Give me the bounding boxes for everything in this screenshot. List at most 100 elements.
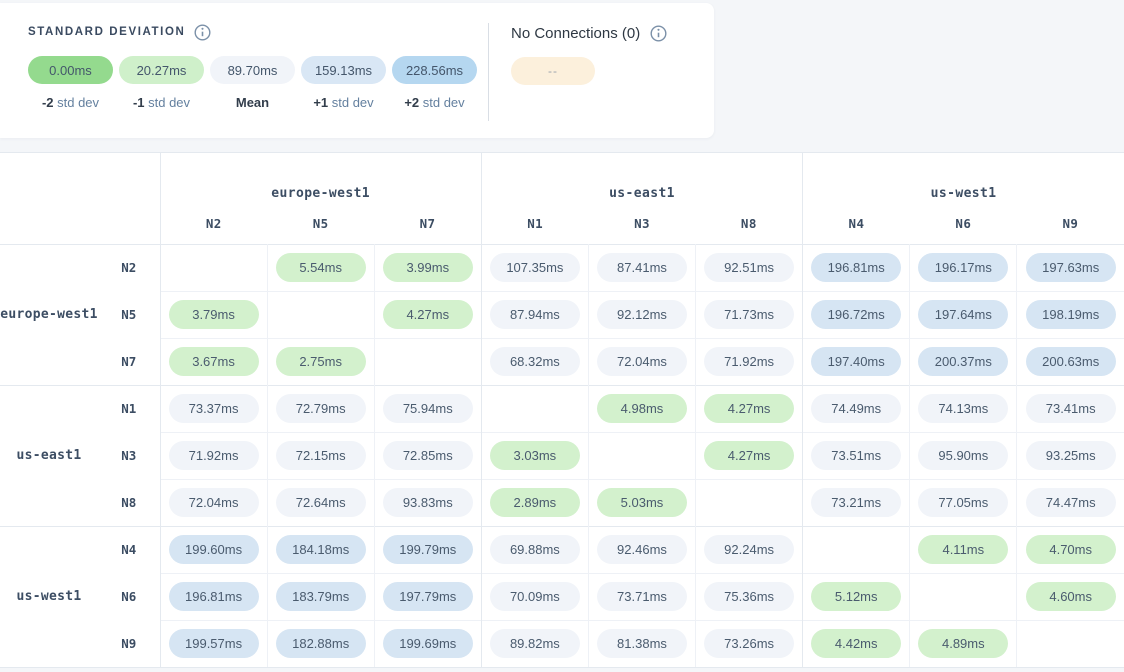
latency-cell: 89.82ms xyxy=(481,620,588,667)
latency-cell: 5.03ms xyxy=(588,479,695,526)
latency-chip[interactable]: 183.79ms xyxy=(276,582,366,611)
latency-chip[interactable]: 184.18ms xyxy=(276,535,366,564)
latency-chip[interactable]: 71.73ms xyxy=(704,300,794,329)
latency-chip[interactable]: 4.89ms xyxy=(918,629,1008,658)
latency-chip[interactable]: 73.26ms xyxy=(704,629,794,658)
latency-chip[interactable]: 72.15ms xyxy=(276,441,366,470)
latency-chip[interactable]: 196.72ms xyxy=(811,300,901,329)
latency-chip[interactable]: 4.60ms xyxy=(1026,582,1116,611)
latency-chip[interactable]: 3.79ms xyxy=(169,300,259,329)
row-group-us-west1: us-west1N4199.60ms184.18ms199.79ms69.88m… xyxy=(0,526,1124,667)
legend-chip: 89.70ms xyxy=(210,56,295,84)
row-node-header: N1 xyxy=(98,385,160,432)
latency-chip[interactable]: 199.69ms xyxy=(383,629,473,658)
latency-chip[interactable]: 92.46ms xyxy=(597,535,687,564)
latency-chip[interactable]: 182.88ms xyxy=(276,629,366,658)
latency-chip[interactable]: 3.99ms xyxy=(383,253,473,282)
latency-chip[interactable]: 197.79ms xyxy=(383,582,473,611)
latency-cell: 2.89ms xyxy=(481,479,588,526)
row-region-header: europe-west1 xyxy=(0,244,98,385)
latency-chip[interactable]: 200.63ms xyxy=(1026,347,1116,376)
latency-chip[interactable]: 197.63ms xyxy=(1026,253,1116,282)
latency-chip[interactable]: 87.41ms xyxy=(597,253,687,282)
latency-chip[interactable]: 197.40ms xyxy=(811,347,901,376)
latency-cell: 199.69ms xyxy=(374,620,481,667)
latency-chip[interactable]: 70.09ms xyxy=(490,582,580,611)
latency-chip[interactable]: 107.35ms xyxy=(490,253,580,282)
latency-chip[interactable]: 72.79ms xyxy=(276,394,366,423)
info-icon[interactable] xyxy=(650,25,667,42)
latency-chip[interactable]: 2.75ms xyxy=(276,347,366,376)
latency-chip[interactable]: 93.83ms xyxy=(383,488,473,517)
latency-chip[interactable]: 71.92ms xyxy=(704,347,794,376)
latency-chip[interactable]: 4.70ms xyxy=(1026,535,1116,564)
latency-chip[interactable]: 92.51ms xyxy=(704,253,794,282)
latency-chip[interactable]: 75.36ms xyxy=(704,582,794,611)
latency-chip[interactable]: 73.51ms xyxy=(811,441,901,470)
latency-chip[interactable]: 95.90ms xyxy=(918,441,1008,470)
latency-chip[interactable]: 69.88ms xyxy=(490,535,580,564)
latency-cell: 196.17ms xyxy=(910,244,1017,291)
latency-chip[interactable]: 5.12ms xyxy=(811,582,901,611)
latency-chip[interactable]: 87.94ms xyxy=(490,300,580,329)
latency-chip[interactable]: 72.64ms xyxy=(276,488,366,517)
latency-chip[interactable]: 197.64ms xyxy=(918,300,1008,329)
row-region-header: us-east1 xyxy=(0,385,98,526)
latency-cell: 4.98ms xyxy=(588,385,695,432)
latency-cell: 3.79ms xyxy=(160,291,267,338)
latency-chip[interactable]: 196.81ms xyxy=(169,582,259,611)
latency-chip[interactable]: 89.82ms xyxy=(490,629,580,658)
latency-chip[interactable]: 81.38ms xyxy=(597,629,687,658)
latency-chip[interactable]: 75.94ms xyxy=(383,394,473,423)
latency-cell: 73.37ms xyxy=(160,385,267,432)
latency-chip[interactable]: 3.67ms xyxy=(169,347,259,376)
latency-chip[interactable]: 198.19ms xyxy=(1026,300,1116,329)
matrix-row: N371.92ms72.15ms72.85ms3.03ms4.27ms73.51… xyxy=(0,432,1124,479)
latency-chip[interactable]: 74.13ms xyxy=(918,394,1008,423)
latency-cell: 75.94ms xyxy=(374,385,481,432)
latency-chip[interactable]: 71.92ms xyxy=(169,441,259,470)
latency-chip[interactable]: 74.47ms xyxy=(1026,488,1116,517)
latency-chip[interactable]: 72.04ms xyxy=(169,488,259,517)
latency-chip[interactable]: 5.03ms xyxy=(597,488,687,517)
latency-chip[interactable]: 4.98ms xyxy=(597,394,687,423)
latency-chip[interactable]: 73.37ms xyxy=(169,394,259,423)
latency-chip[interactable]: 200.37ms xyxy=(918,347,1008,376)
latency-chip[interactable]: 199.60ms xyxy=(169,535,259,564)
latency-chip[interactable]: 92.12ms xyxy=(597,300,687,329)
row-node-header: N9 xyxy=(98,620,160,667)
latency-chip[interactable]: 199.57ms xyxy=(169,629,259,658)
latency-chip[interactable]: 73.41ms xyxy=(1026,394,1116,423)
latency-chip[interactable]: 4.11ms xyxy=(918,535,1008,564)
column-node-header: N1 xyxy=(481,203,588,244)
latency-chip[interactable]: 74.49ms xyxy=(811,394,901,423)
latency-cell: 93.83ms xyxy=(374,479,481,526)
legend-label: Mean xyxy=(236,95,269,110)
latency-chip[interactable]: 73.71ms xyxy=(597,582,687,611)
latency-chip[interactable]: 92.24ms xyxy=(704,535,794,564)
latency-chip[interactable]: 4.27ms xyxy=(383,300,473,329)
latency-chip[interactable]: 196.17ms xyxy=(918,253,1008,282)
latency-chip[interactable]: 72.04ms xyxy=(597,347,687,376)
latency-chip[interactable]: 199.79ms xyxy=(383,535,473,564)
latency-chip[interactable]: 4.27ms xyxy=(704,394,794,423)
latency-chip[interactable]: 77.05ms xyxy=(918,488,1008,517)
latency-chip[interactable]: 73.21ms xyxy=(811,488,901,517)
legend-item: 89.70ms Mean xyxy=(210,56,295,110)
latency-chip[interactable]: 93.25ms xyxy=(1026,441,1116,470)
matrix-row: N73.67ms2.75ms68.32ms72.04ms71.92ms197.4… xyxy=(0,338,1124,385)
latency-chip[interactable]: 4.42ms xyxy=(811,629,901,658)
latency-chip[interactable]: 2.89ms xyxy=(490,488,580,517)
latency-chip[interactable]: 68.32ms xyxy=(490,347,580,376)
latency-chip[interactable]: 5.54ms xyxy=(276,253,366,282)
latency-cell: 5.54ms xyxy=(267,244,374,291)
latency-cell: 73.21ms xyxy=(803,479,910,526)
latency-cell: 196.81ms xyxy=(803,244,910,291)
latency-chip[interactable]: 196.81ms xyxy=(811,253,901,282)
info-icon[interactable] xyxy=(194,24,211,41)
latency-chip[interactable]: 72.85ms xyxy=(383,441,473,470)
latency-chip[interactable]: 3.03ms xyxy=(490,441,580,470)
latency-cell: 74.47ms xyxy=(1017,479,1124,526)
latency-chip[interactable]: 4.27ms xyxy=(704,441,794,470)
self-connection-cell xyxy=(696,479,803,526)
